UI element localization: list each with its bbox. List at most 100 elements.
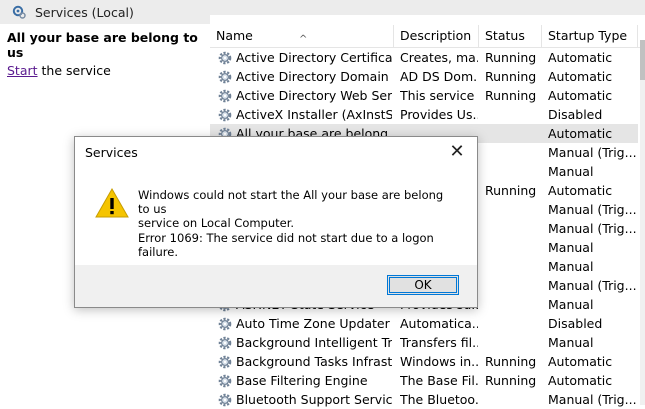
service-startup-type: Automatic bbox=[548, 183, 613, 198]
column-name-label: Name bbox=[216, 28, 253, 43]
service-description: Transfers fil... bbox=[400, 335, 478, 350]
service-startup-type: Automatic bbox=[548, 373, 613, 388]
list-header: Name ^ Description Status Startup Type bbox=[210, 25, 645, 48]
service-name: Active Directory Web Services bbox=[236, 88, 392, 103]
ok-button[interactable]: OK bbox=[387, 275, 459, 295]
service-name: Background Tasks Infrastruc... bbox=[236, 354, 392, 369]
service-status bbox=[485, 333, 545, 352]
service-startup-type: Automatic bbox=[548, 50, 613, 65]
services-icon bbox=[12, 5, 26, 19]
service-startup-type: Disabled bbox=[548, 107, 603, 122]
service-description: This service ... bbox=[400, 88, 478, 103]
window-title: Services (Local) bbox=[35, 4, 134, 20]
service-startup-type: Manual bbox=[548, 297, 594, 312]
service-startup-type: Manual bbox=[548, 259, 594, 274]
vertical-scrollbar[interactable] bbox=[640, 40, 645, 405]
service-description: The Base Fil... bbox=[400, 373, 478, 388]
service-startup-type: Automatic bbox=[548, 88, 613, 103]
table-row[interactable]: Background Tasks Infrastruc... Windows in… bbox=[210, 352, 638, 371]
dialog-message: Windows could not start the All your bas… bbox=[138, 188, 458, 230]
service-name: Active Directory Domain Se... bbox=[236, 69, 392, 84]
gear-icon bbox=[217, 354, 233, 370]
service-status: Running bbox=[485, 354, 537, 369]
service-status: Running bbox=[485, 183, 537, 198]
gear-icon bbox=[217, 392, 233, 408]
service-status bbox=[485, 390, 545, 409]
service-status bbox=[485, 276, 545, 295]
service-startup-type: Manual bbox=[548, 335, 594, 350]
dialog-footer: OK bbox=[75, 265, 477, 307]
selected-service-title: All your base are belong to us bbox=[7, 30, 198, 60]
service-startup-type: Automatic bbox=[548, 69, 613, 84]
gear-icon bbox=[217, 373, 233, 389]
service-description: Automatica... bbox=[400, 316, 478, 331]
table-row[interactable]: Active Directory Domain Se... AD DS Dom..… bbox=[210, 67, 638, 86]
column-description-label: Description bbox=[400, 28, 472, 43]
gear-icon bbox=[217, 50, 233, 66]
table-row[interactable]: ActiveX Installer (AxInstSV) Provides Us.… bbox=[210, 105, 638, 124]
ok-button-label: OK bbox=[414, 278, 432, 292]
service-startup-type: Manual bbox=[548, 240, 594, 255]
service-description: Creates, ma... bbox=[400, 50, 478, 65]
service-status bbox=[485, 124, 545, 143]
service-status bbox=[485, 105, 545, 124]
table-row[interactable]: Background Intelligent Tran... Transfers … bbox=[210, 333, 638, 352]
service-startup-type: Manual (Trig... bbox=[548, 202, 637, 217]
service-action: Start the service bbox=[7, 63, 111, 78]
service-status: Running bbox=[485, 88, 537, 103]
service-startup-type: Manual (Trig... bbox=[548, 221, 637, 236]
service-name: Bluetooth Support Service bbox=[236, 392, 392, 407]
service-status: Running bbox=[485, 50, 537, 65]
service-startup-type: Automatic bbox=[548, 354, 613, 369]
service-status bbox=[485, 143, 545, 162]
service-startup-type: Manual bbox=[548, 164, 594, 179]
service-status bbox=[485, 314, 545, 333]
service-status bbox=[485, 295, 545, 314]
column-header-status[interactable]: Status bbox=[479, 25, 542, 47]
error-dialog: Services ✕ Windows could not start the A… bbox=[74, 136, 478, 308]
service-name: Background Intelligent Tran... bbox=[236, 335, 392, 350]
table-row[interactable]: Bluetooth Support Service The Bluetoo... M… bbox=[210, 390, 638, 409]
service-status: Running bbox=[485, 69, 537, 84]
service-status: Running bbox=[485, 373, 537, 388]
gear-icon bbox=[217, 107, 233, 123]
table-row[interactable]: Active Directory Certificate ... Creates,… bbox=[210, 48, 638, 67]
service-status bbox=[485, 200, 545, 219]
dialog-message-line2: service on Local Computer. bbox=[138, 216, 295, 230]
table-row[interactable]: Auto Time Zone Updater Automatica... Disab… bbox=[210, 314, 638, 333]
service-name: Auto Time Zone Updater bbox=[236, 316, 390, 331]
gear-icon bbox=[217, 316, 233, 332]
service-status bbox=[485, 219, 545, 238]
scrollbar-thumb[interactable] bbox=[640, 40, 645, 80]
start-service-link[interactable]: Start bbox=[7, 63, 38, 78]
warning-icon bbox=[95, 187, 129, 218]
service-status bbox=[485, 257, 545, 276]
column-header-description[interactable]: Description bbox=[394, 25, 479, 47]
dialog-message-line1: Windows could not start the All your bas… bbox=[138, 188, 444, 216]
service-description: AD DS Dom... bbox=[400, 69, 478, 84]
gear-icon bbox=[217, 335, 233, 351]
service-startup-type: Disabled bbox=[548, 316, 603, 331]
table-row[interactable]: Base Filtering Engine The Base Fil... Runn… bbox=[210, 371, 638, 390]
dialog-error-text: Error 1069: The service did not start du… bbox=[138, 231, 434, 259]
service-description: Provides Us... bbox=[400, 107, 478, 122]
column-header-name[interactable]: Name ^ bbox=[210, 25, 394, 47]
service-startup-type: Automatic bbox=[548, 126, 613, 141]
column-startup-label: Startup Type bbox=[548, 28, 628, 43]
action-rest-text: the service bbox=[37, 63, 111, 78]
service-status bbox=[485, 238, 545, 257]
service-name: ActiveX Installer (AxInstSV) bbox=[236, 107, 392, 122]
column-header-startup-type[interactable]: Startup Type bbox=[542, 25, 638, 47]
service-name: Active Directory Certificate ... bbox=[236, 50, 392, 65]
service-status bbox=[485, 162, 545, 181]
dialog-title: Services bbox=[85, 145, 138, 160]
service-description: The Bluetoo... bbox=[400, 392, 478, 407]
service-startup-type: Manual (Trig... bbox=[548, 278, 637, 293]
column-status-label: Status bbox=[485, 28, 525, 43]
service-name: Base Filtering Engine bbox=[236, 373, 368, 388]
table-row[interactable]: Active Directory Web Services This servic… bbox=[210, 86, 638, 105]
service-startup-type: Manual (Trig... bbox=[548, 145, 637, 160]
close-icon[interactable]: ✕ bbox=[445, 141, 469, 163]
gear-icon bbox=[217, 69, 233, 85]
service-startup-type: Manual (Trig... bbox=[548, 392, 637, 407]
